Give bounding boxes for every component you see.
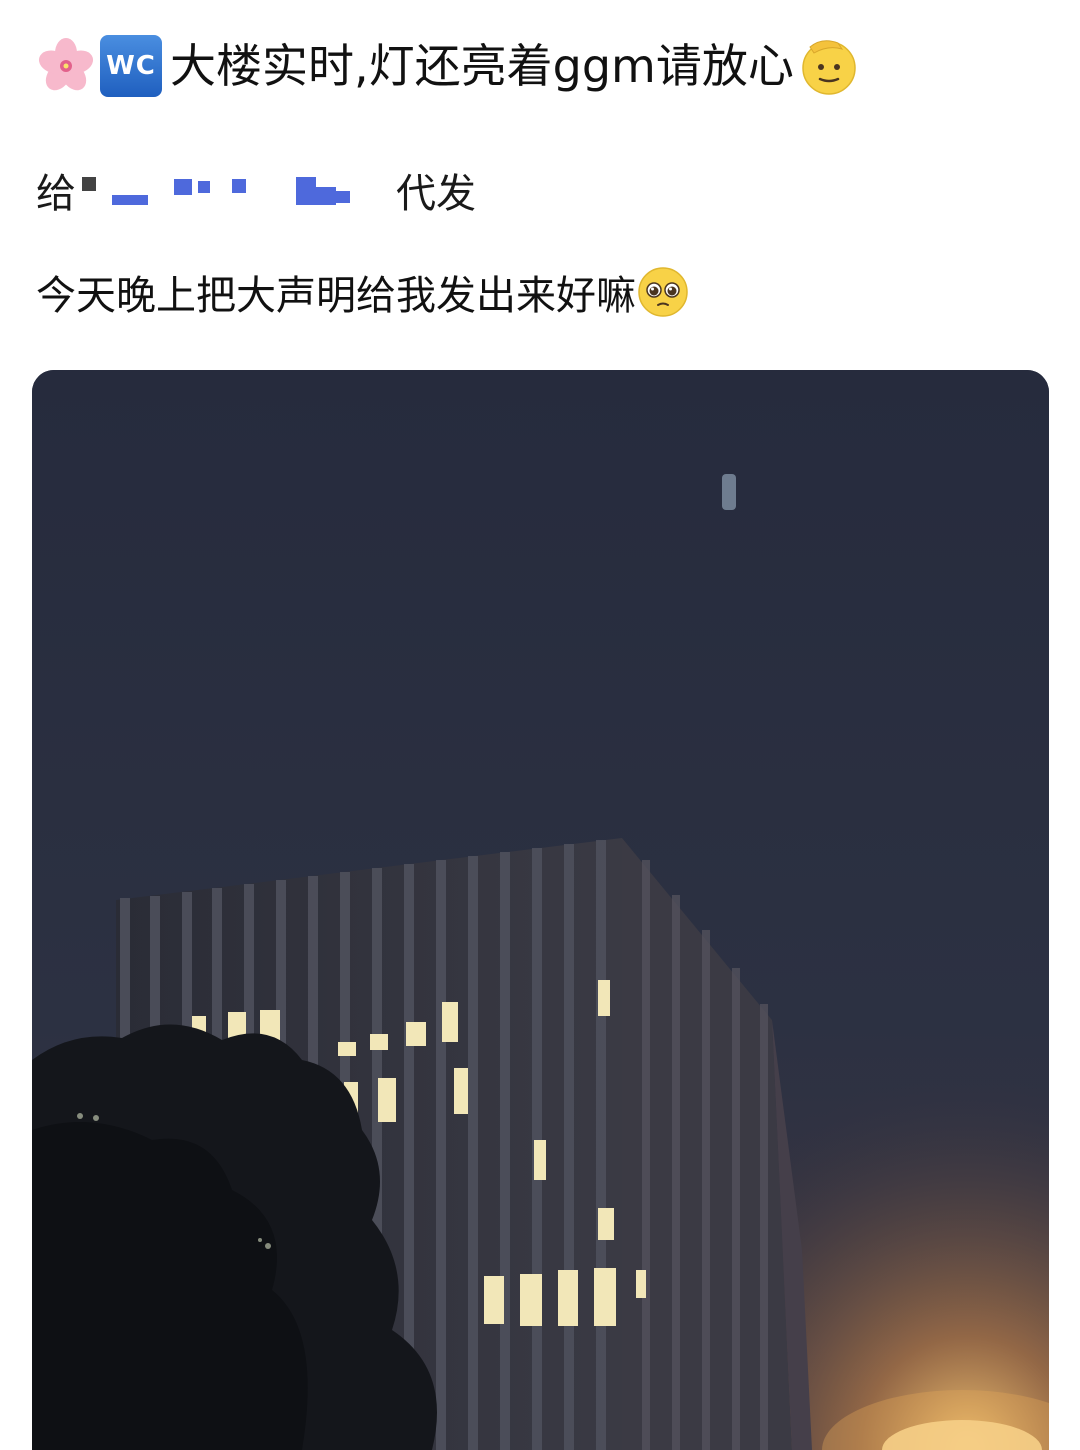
office-building-night-photo[interactable]	[32, 370, 1049, 1450]
proxy-row: 给 代发	[36, 160, 476, 220]
saluting-face-icon	[798, 35, 860, 97]
cherry-blossom-icon	[36, 36, 96, 96]
pleading-face-icon	[636, 265, 690, 319]
proxy-suffix: 代发	[396, 171, 476, 217]
wc-badge-icon: WC	[100, 35, 162, 97]
post-title: 大楼实时,灯还亮着ggm请放心	[170, 39, 794, 93]
post-title-row: WC 大楼实时,灯还亮着ggm请放心	[36, 30, 860, 102]
redacted-username	[82, 165, 382, 215]
post-message: 今天晚上把大声明给我发出来好嘛	[36, 273, 636, 319]
message-row: 今天晚上把大声明给我发出来好嘛	[36, 262, 690, 322]
proxy-prefix: 给	[36, 171, 76, 217]
